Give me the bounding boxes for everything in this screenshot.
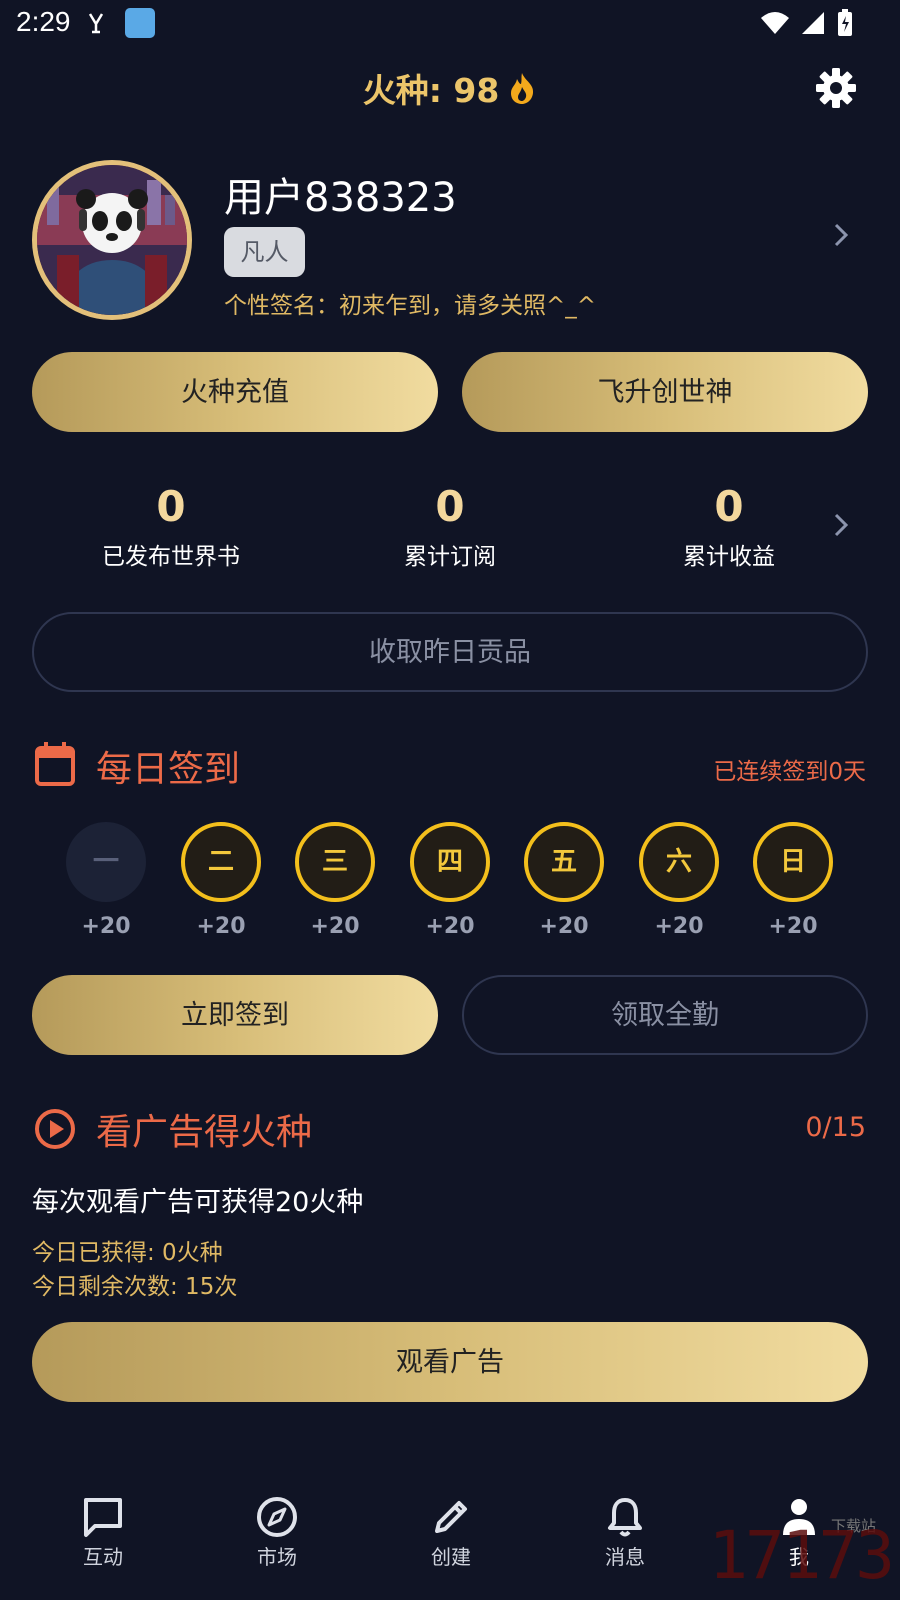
- checkin-day: 六 +20: [639, 822, 719, 939]
- watch-ad-button[interactable]: 观看广告: [32, 1322, 868, 1402]
- day-reward: +20: [654, 914, 704, 939]
- ads-progress: 0/15: [805, 1112, 866, 1143]
- day-reward: +20: [81, 914, 131, 939]
- stat-subscriptions[interactable]: 0 累计订阅: [340, 482, 560, 571]
- ads-earned-today: 今日已获得: 0火种: [32, 1240, 223, 1266]
- day-circle: 六: [639, 822, 719, 902]
- checkin-streak: 已连续签到0天: [713, 759, 866, 785]
- page-title: 火种: 98: [0, 64, 900, 112]
- stat-label: 已发布世界书: [102, 544, 240, 570]
- nav-label: 创建: [431, 1545, 471, 1569]
- stat-value: 0: [156, 482, 186, 531]
- day-circle: 三: [295, 822, 375, 902]
- checkin-day: 三 +20: [295, 822, 375, 939]
- day-reward: +20: [539, 914, 589, 939]
- collect-tribute-button[interactable]: 收取昨日贡品: [32, 612, 868, 692]
- stats-chevron-right-icon[interactable]: [833, 512, 849, 542]
- ads-remaining-today: 今日剩余次数: 15次: [32, 1274, 238, 1300]
- status-icons: [760, 8, 854, 38]
- stat-label: 累计订阅: [404, 544, 496, 570]
- nav-item-market[interactable]: 市场: [190, 1495, 364, 1600]
- ads-description: 每次观看广告可获得20火种: [32, 1187, 364, 1218]
- ads-title: 看广告得火种: [96, 1112, 313, 1153]
- nav-item-interact[interactable]: 互动: [16, 1495, 190, 1600]
- wifi-icon: [761, 12, 789, 34]
- full-attendance-button[interactable]: 领取全勤: [462, 975, 868, 1055]
- stat-value: 0: [714, 482, 744, 531]
- flame-icon: [511, 73, 534, 104]
- checkin-day: 四 +20: [410, 822, 490, 939]
- username: 用户838323: [224, 175, 457, 221]
- signal-icon: [802, 12, 824, 34]
- play-circle-icon: [34, 1108, 76, 1154]
- pencil-icon: [435, 1501, 467, 1533]
- nav-label: 市场: [257, 1545, 297, 1569]
- rank-badge: 凡人: [224, 227, 305, 277]
- checkin-title: 每日签到: [96, 749, 241, 790]
- stat-earnings[interactable]: 0 累计收益: [619, 482, 839, 571]
- recharge-button[interactable]: 火种充值: [32, 352, 438, 432]
- checkin-day: 日 +20: [753, 822, 833, 939]
- day-reward: +20: [768, 914, 818, 939]
- checkin-day: 一 +20: [66, 822, 146, 939]
- day-circle: 五: [524, 822, 604, 902]
- nav-item-create[interactable]: 创建: [364, 1495, 538, 1600]
- bell-icon: [608, 1498, 642, 1537]
- signature: 个性签名：初来乍到，请多关照^_^: [224, 293, 597, 319]
- day-reward: +20: [310, 914, 360, 939]
- nav-item-messages[interactable]: 消息: [538, 1495, 712, 1600]
- checkin-day: 五 +20: [524, 822, 604, 939]
- profile-chevron-right-icon[interactable]: [833, 222, 849, 252]
- notification-icon: [86, 10, 106, 40]
- battery-icon: [838, 9, 852, 36]
- checkin-button[interactable]: 立即签到: [32, 975, 438, 1055]
- chat-icon: [84, 1498, 122, 1537]
- settings-gear-icon[interactable]: [816, 68, 856, 108]
- status-time: 2:29: [16, 6, 71, 37]
- calendar-icon: [34, 741, 76, 791]
- stat-published[interactable]: 0 已发布世界书: [61, 482, 281, 571]
- nav-label: 消息: [605, 1545, 645, 1569]
- stat-label: 累计收益: [683, 544, 775, 570]
- avatar[interactable]: [32, 160, 192, 320]
- nav-label: 互动: [83, 1545, 123, 1569]
- day-reward: +20: [196, 914, 246, 939]
- stat-value: 0: [435, 482, 465, 531]
- day-circle: 日: [753, 822, 833, 902]
- checkin-day: 二 +20: [181, 822, 261, 939]
- watermark: 17173: [708, 1517, 895, 1594]
- day-circle: 一: [66, 822, 146, 902]
- day-circle: 四: [410, 822, 490, 902]
- ember-balance: 火种: 98: [362, 71, 500, 110]
- ascend-button[interactable]: 飞升创世神: [462, 352, 868, 432]
- compass-icon: [257, 1497, 297, 1537]
- app-icon: [125, 8, 155, 38]
- day-circle: 二: [181, 822, 261, 902]
- day-reward: +20: [425, 914, 475, 939]
